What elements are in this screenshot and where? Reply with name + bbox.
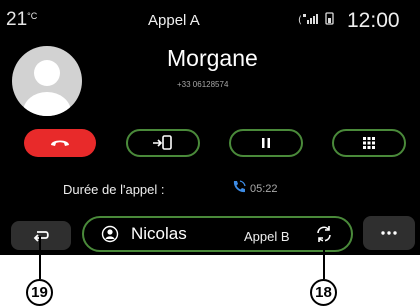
more-options-button[interactable] — [363, 216, 415, 250]
phone-hangup-icon — [51, 140, 69, 146]
keypad-icon — [363, 137, 375, 149]
status-icons: ( — [298, 12, 338, 29]
phone-transfer-icon — [153, 135, 172, 150]
screen-title: Appel A — [148, 12, 200, 29]
back-button[interactable] — [11, 221, 71, 250]
second-call-pill[interactable] — [82, 216, 353, 252]
callout-line-swap — [323, 240, 325, 279]
active-call-icon — [231, 179, 247, 200]
clock: 12:00 — [347, 9, 400, 32]
outside-temperature: 21°C — [6, 9, 37, 31]
more-dots-icon — [381, 231, 397, 235]
caller-avatar — [12, 46, 82, 116]
callout-line-back — [39, 236, 41, 279]
multimedia-screen: 21°C Appel A ( 12:00 Morgane +33 0612857… — [0, 0, 420, 255]
callout-19: 19 — [26, 279, 53, 306]
pause-icon — [262, 138, 270, 148]
second-call-label: Appel B — [244, 229, 290, 244]
keypad-button[interactable] — [332, 129, 406, 157]
pause-button[interactable] — [229, 129, 303, 157]
svg-text:(: ( — [298, 15, 303, 26]
second-call-name: Nicolas — [131, 224, 187, 243]
caller-number: +33 06128574 — [177, 80, 229, 89]
call-duration-label: Durée de l'appel : — [63, 182, 165, 197]
phone-call-icon — [233, 180, 246, 193]
temperature-unit: °C — [27, 11, 38, 21]
call-duration-time: 05:22 — [250, 183, 278, 195]
back-arrow-icon — [33, 230, 49, 242]
caller-name: Morgane — [167, 45, 258, 71]
transfer-call-button[interactable] — [126, 129, 200, 157]
phone-signal-icon: ( — [298, 12, 334, 26]
user-icon — [101, 225, 119, 248]
person-silhouette-icon — [23, 60, 71, 116]
hangup-button[interactable] — [24, 129, 96, 157]
temperature-value: 21 — [6, 9, 28, 30]
callout-18: 18 — [310, 279, 337, 306]
